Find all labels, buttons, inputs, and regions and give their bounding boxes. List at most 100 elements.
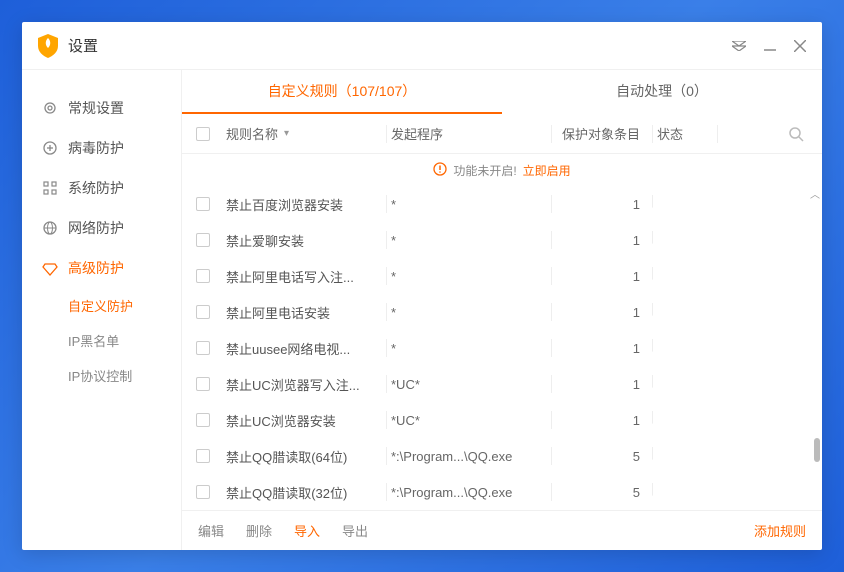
minimize-button[interactable] [764, 40, 776, 52]
row-proc: * [391, 269, 551, 284]
body: 常规设置 病毒防护 系统防护 网络防护 高级防护 自定义防护 IP黑名单 IP协… [22, 70, 822, 550]
row-obj: 1 [556, 341, 652, 356]
scrollbar-thumb[interactable] [814, 438, 820, 462]
sidebar-item-virus[interactable]: 病毒防护 [22, 128, 181, 168]
tab-custom-rules[interactable]: 自定义规则（107/107） [182, 70, 502, 114]
table-row[interactable]: 禁止爱聊安装 * 1 [182, 222, 822, 258]
enable-link[interactable]: 立即启用 [523, 162, 571, 179]
table-header: 规则名称 ▾ 发起程序 保护对象条目 状态 [182, 114, 822, 154]
window-controls [732, 40, 806, 52]
diamond-icon [42, 260, 58, 276]
row-proc: *:\Program...\QQ.exe [391, 485, 551, 500]
row-obj: 5 [556, 485, 652, 500]
sidebar-item-network[interactable]: 网络防护 [22, 208, 181, 248]
table-row[interactable]: 禁止阿里电话安装 * 1 [182, 294, 822, 330]
row-checkbox[interactable] [196, 377, 210, 391]
sidebar-item-system[interactable]: 系统防护 [22, 168, 181, 208]
sidebar: 常规设置 病毒防护 系统防护 网络防护 高级防护 自定义防护 IP黑名单 IP协… [22, 70, 182, 550]
window-title: 设置 [68, 35, 732, 56]
close-button[interactable] [794, 40, 806, 52]
row-checkbox[interactable] [196, 413, 210, 427]
row-checkbox[interactable] [196, 341, 210, 355]
warning-icon [433, 162, 447, 179]
settings-window: 设置 常规设置 病毒防护 系统防护 网络防护 [22, 22, 822, 550]
table-row[interactable]: 禁止UC浏览器写入注... *UC* 1 [182, 366, 822, 402]
row-checkbox[interactable] [196, 305, 210, 319]
row-proc: * [391, 233, 551, 248]
delete-button[interactable]: 删除 [246, 521, 272, 540]
row-obj: 1 [556, 413, 652, 428]
main-panel: 自定义规则（107/107） 自动处理（0） 规则名称 ▾ 发起程序 保护对象条… [182, 70, 822, 550]
row-obj: 1 [556, 197, 652, 212]
table-row[interactable]: 禁止QQ腊读取(64位) *:\Program...\QQ.exe 5 [182, 438, 822, 474]
col-divider [551, 125, 552, 143]
sidebar-item-label: 病毒防护 [68, 138, 124, 158]
row-obj: 5 [556, 449, 652, 464]
row-proc: *UC* [391, 413, 551, 428]
header-proc[interactable]: 发起程序 [391, 124, 551, 143]
row-obj: 1 [556, 233, 652, 248]
row-name: 禁止UC浏览器写入注... [226, 375, 386, 394]
table-row[interactable]: 禁止阿里电话写入注...*1 [182, 258, 822, 294]
row-checkbox[interactable] [196, 485, 210, 499]
col-divider [386, 125, 387, 143]
search-button[interactable] [722, 126, 808, 142]
row-checkbox[interactable] [196, 269, 210, 283]
grid-icon [42, 180, 58, 196]
table-row[interactable]: 禁止百度浏览器安装 * 1 [182, 186, 822, 222]
import-button[interactable]: 导入 [294, 521, 320, 540]
row-name: 禁止QQ腊读取(64位) [226, 447, 386, 466]
search-icon [788, 126, 804, 142]
app-logo-icon [38, 34, 58, 58]
scroll-up-arrow[interactable]: ︿ [810, 186, 820, 201]
col-divider [652, 125, 653, 143]
row-name: 禁止UC浏览器安装 [226, 411, 386, 430]
chevron-down-icon: ▾ [284, 128, 289, 139]
table-row[interactable]: 禁止uusee网络电视... * 1 [182, 330, 822, 366]
plus-circle-icon [42, 140, 58, 156]
gear-icon [42, 100, 58, 116]
row-proc: *:\Program...\QQ.exe [391, 449, 551, 464]
select-all-checkbox[interactable] [196, 127, 210, 141]
row-checkbox[interactable] [196, 197, 210, 211]
sidebar-sub-ipprotocol[interactable]: IP协议控制 [22, 358, 181, 393]
feature-disabled-banner: 功能未开启! 立即启用 [182, 154, 822, 186]
header-state[interactable]: 状态 [657, 124, 717, 143]
row-obj: 1 [556, 377, 652, 392]
col-divider [717, 125, 718, 143]
globe-icon [42, 220, 58, 236]
row-name: 禁止爱聊安装 [226, 231, 386, 250]
edit-button[interactable]: 编辑 [198, 521, 224, 540]
sidebar-item-advanced[interactable]: 高级防护 [22, 248, 181, 288]
row-proc: * [391, 341, 551, 356]
header-obj[interactable]: 保护对象条目 [556, 124, 652, 143]
table-row[interactable]: 禁止UC浏览器安装 *UC* 1 [182, 402, 822, 438]
row-name: 禁止阿里电话安装 [226, 303, 386, 322]
row-proc: * [391, 305, 551, 320]
row-name: 禁止百度浏览器安装 [226, 195, 386, 214]
row-checkbox[interactable] [196, 233, 210, 247]
sidebar-item-label: 常规设置 [68, 98, 124, 118]
tabs: 自定义规则（107/107） 自动处理（0） [182, 70, 822, 114]
sidebar-sub-custom[interactable]: 自定义防护 [22, 288, 181, 323]
banner-message: 功能未开启! [453, 162, 516, 179]
sidebar-item-label: 高级防护 [68, 258, 124, 278]
row-name: 禁止阿里电话写入注... [226, 267, 386, 286]
footer: 编辑 删除 导入 导出 添加规则 [182, 510, 822, 550]
row-name: 禁止uusee网络电视... [226, 339, 386, 358]
header-name[interactable]: 规则名称 ▾ [226, 124, 386, 143]
row-obj: 1 [556, 305, 652, 320]
row-proc: *UC* [391, 377, 551, 392]
row-name: 禁止QQ腊读取(32位) [226, 483, 386, 502]
sidebar-sub-ipblacklist[interactable]: IP黑名单 [22, 323, 181, 358]
menu-button[interactable] [732, 41, 746, 51]
tab-auto[interactable]: 自动处理（0） [502, 70, 822, 114]
row-proc: * [391, 197, 551, 212]
table-row[interactable]: 禁止QQ腊读取(32位) *:\Program...\QQ.exe 5 [182, 474, 822, 510]
export-button[interactable]: 导出 [342, 521, 368, 540]
sidebar-item-label: 网络防护 [68, 218, 124, 238]
add-rule-button[interactable]: 添加规则 [754, 521, 806, 540]
row-checkbox[interactable] [196, 449, 210, 463]
sidebar-item-general[interactable]: 常规设置 [22, 88, 181, 128]
rules-list: ︿ 禁止百度浏览器安装*1禁止爱聊安装*1禁止阿里电话写入注...*1禁止阿里电… [182, 186, 822, 510]
